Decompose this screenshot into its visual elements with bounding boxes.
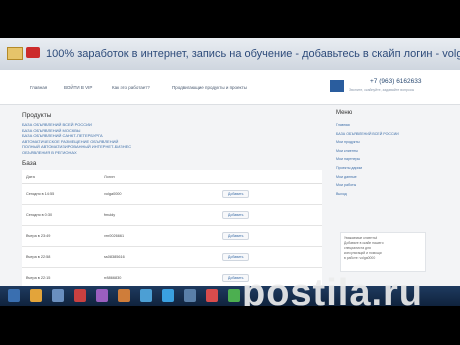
site-header: Главная ВОЙТИ В VIP Как это работает? Пр… — [0, 70, 460, 105]
web-page: Главная ВОЙТИ В VIP Как это работает? Пр… — [0, 70, 460, 289]
bottom-black-bar — [0, 306, 460, 345]
sidebar-item-my-work[interactable]: Мои работы — [336, 181, 426, 190]
youtube-icon — [26, 47, 40, 58]
row-login: volga0000 — [100, 183, 218, 205]
sidebar-item-partners[interactable]: Мои партнеры — [336, 155, 426, 164]
row-login: fmuldy — [100, 204, 218, 226]
col-login: Логин — [100, 169, 218, 184]
app-icon[interactable] — [140, 289, 152, 302]
skype-icon[interactable] — [162, 289, 174, 302]
row-date: Сегодня в 14:55 — [22, 183, 100, 205]
nav-home[interactable]: Главная — [30, 85, 47, 90]
sidebar-item-clients[interactable]: Мои клиенты — [336, 147, 426, 156]
explorer-icon[interactable] — [30, 289, 42, 302]
sidebar-item-base[interactable]: БАЗА ОБЪЯВЛЕНИЙ ВСЕЙ РОССИИ — [336, 130, 426, 139]
product-link[interactable]: ОБЪЯВЛЕНИЯ В РЕГИОНАХ — [22, 150, 332, 156]
browser-icon[interactable] — [74, 289, 86, 302]
video-title-bar: 100% заработок в интернет, запись на обу… — [0, 38, 460, 71]
app-icon[interactable] — [184, 289, 196, 302]
col-date: Дата — [22, 169, 100, 184]
add-button[interactable]: Добавить — [222, 231, 250, 240]
start-icon[interactable] — [8, 289, 20, 302]
sidebar-item-gift-projects[interactable]: Проекты дарим — [336, 164, 426, 173]
nav-how-it-works[interactable]: Как это работает? — [112, 85, 150, 90]
nav-products-projects[interactable]: Продвигающие продукты и проекты — [172, 85, 247, 90]
col-action — [218, 169, 322, 184]
sidebar-title: Меню — [336, 110, 353, 116]
sidebar-menu: Главная БАЗА ОБЪЯВЛЕНИЙ ВСЕЙ РОССИИ Мои … — [336, 121, 426, 198]
row-login: ss08385616 — [100, 246, 218, 268]
site-logo[interactable] — [330, 80, 344, 92]
app-icon[interactable] — [228, 289, 240, 302]
app-icon[interactable] — [96, 289, 108, 302]
app-icon[interactable] — [52, 289, 64, 302]
row-date: Вчера в 23:49 — [22, 225, 100, 247]
folder-icon — [7, 47, 23, 60]
sidebar-item-home[interactable]: Главная — [336, 121, 426, 130]
products-title: Продукты — [22, 112, 52, 119]
table-header-row: Дата Логин — [22, 169, 322, 184]
row-date: Вчера в 22:58 — [22, 246, 100, 268]
sidebar-item-logout[interactable]: Выход — [336, 190, 426, 199]
notice-box: Уважаемые клиенты! Добавьте в скайп наше… — [340, 232, 426, 272]
row-login: rr8866830 — [100, 267, 218, 289]
video-title: 100% заработок в интернет, запись на обу… — [46, 48, 460, 60]
sidebar-item-products[interactable]: Мои продукты — [336, 138, 426, 147]
add-button[interactable]: Добавить — [222, 252, 250, 261]
add-button[interactable]: Добавить — [222, 189, 250, 198]
row-date: Сегодня в 0:30 — [22, 204, 100, 226]
table-row: Сегодня в 0:30 fmuldy Добавить — [22, 204, 322, 226]
main-content: Продукты БАЗА ОБЪЯВЛЕНИЙ ВСЕЙ РОССИИ БАЗ… — [22, 110, 332, 289]
base-title: База — [22, 159, 37, 167]
table-row: Вчера в 22:58 ss08385616 Добавить — [22, 246, 322, 268]
sidebar-item-my-data[interactable]: Мои данные — [336, 173, 426, 182]
app-icon[interactable] — [118, 289, 130, 302]
row-login: vrn0026661 — [100, 225, 218, 247]
screen: 100% заработок в интернет, запись на обу… — [0, 0, 460, 345]
table-row: Сегодня в 14:55 volga0000 Добавить — [22, 183, 322, 205]
notice-line: в работе: volga0000 — [344, 256, 376, 260]
sidebar: Меню Главная БАЗА ОБЪЯВЛЕНИЙ ВСЕЙ РОССИИ… — [336, 110, 426, 198]
base-table: Дата Логин Сегодня в 14:55 volga0000 Доб… — [22, 169, 322, 289]
add-button[interactable]: Добавить — [222, 210, 250, 219]
header-tagline: Звоните, скайпуйте, задавайте вопросы — [349, 88, 415, 92]
table-row: Вчера в 23:49 vrn0026661 Добавить — [22, 225, 322, 247]
phone-number: +7 (963) 6162633 — [370, 78, 422, 85]
row-date: Вчера в 22:15 — [22, 267, 100, 289]
app-icon[interactable] — [206, 289, 218, 302]
nav-vip-login[interactable]: ВОЙТИ В VIP — [64, 85, 92, 90]
products-list: БАЗА ОБЪЯВЛЕНИЙ ВСЕЙ РОССИИ БАЗА ОБЪЯВЛЕ… — [22, 122, 332, 156]
